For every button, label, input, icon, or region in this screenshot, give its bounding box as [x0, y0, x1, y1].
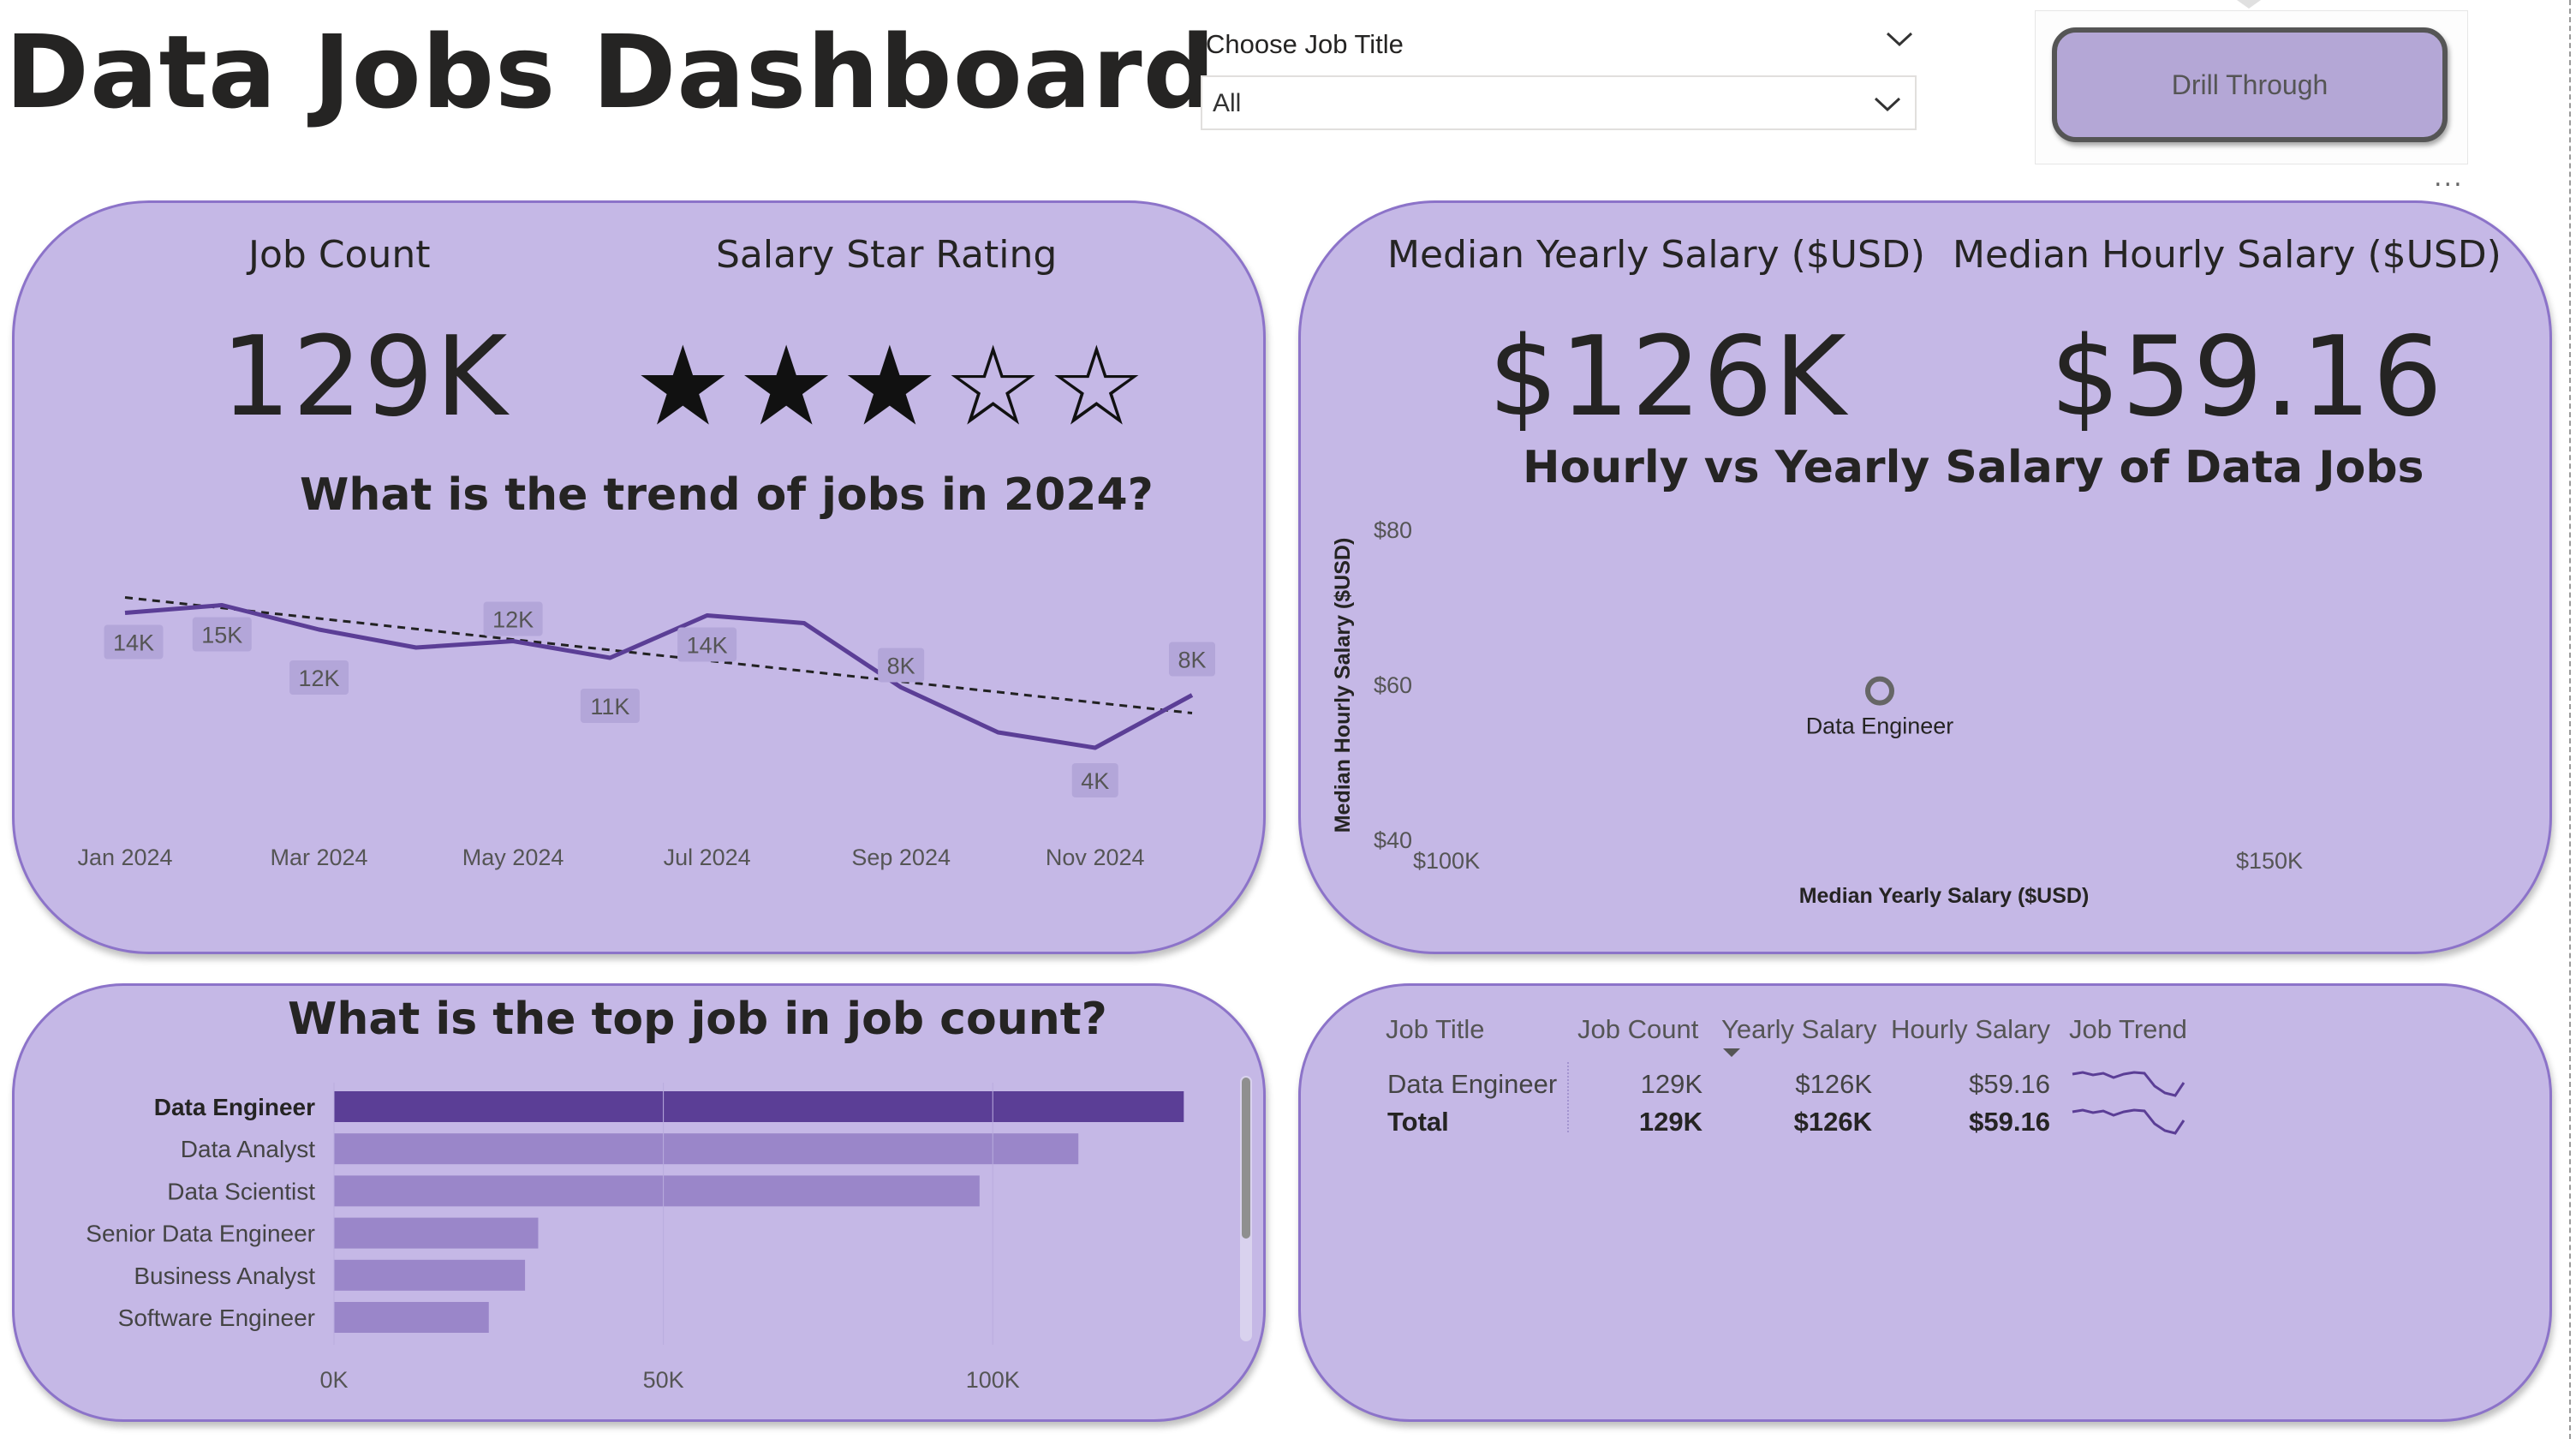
job-title-slicer[interactable]: All: [1201, 75, 1917, 130]
star-rating-label: Salary Star Rating: [716, 233, 1058, 277]
panel-job-table: [1298, 983, 2552, 1422]
star-filled-icon: ★: [840, 323, 939, 451]
data-label: 14K: [687, 633, 728, 659]
y-axis-title: Median Hourly Salary ($USD): [1331, 538, 1355, 833]
total-trend-sparkline: [2072, 1108, 2185, 1135]
col-header-job-count[interactable]: Job Count: [1577, 1014, 1698, 1045]
star-filled-icon: ★: [634, 323, 732, 451]
scatter-chart-title: Hourly vs Yearly Salary of Data Jobs: [1523, 442, 2424, 493]
bar[interactable]: [334, 1091, 1184, 1122]
table-row-yearly: $126K: [1795, 1069, 1872, 1099]
drill-through-button[interactable]: Drill Through: [2052, 27, 2448, 142]
slicer-label: Choose Job Title: [1206, 29, 1404, 59]
table-total-count: 129K: [1638, 1107, 1702, 1137]
y-tick-label: $40: [1374, 827, 1412, 853]
column-divider: [1567, 1062, 1571, 1132]
bar[interactable]: [334, 1302, 489, 1333]
x-tick-label: Jul 2024: [664, 845, 751, 870]
x-tick-label: $150K: [2236, 848, 2303, 874]
data-label: 8K: [1178, 648, 1206, 673]
table-total-title: Total: [1387, 1107, 1449, 1137]
median-hourly-value: $59.16: [2050, 313, 2444, 441]
category-label: Data Engineer: [154, 1094, 315, 1120]
category-label: Business Analyst: [134, 1263, 315, 1289]
x-tick-label: Nov 2024: [1046, 845, 1145, 870]
trend-chart-title: What is the trend of jobs in 2024?: [300, 469, 1154, 521]
category-label: Software Engineer: [118, 1305, 315, 1331]
x-tick-label: Mar 2024: [271, 845, 368, 870]
data-label: 12K: [492, 607, 534, 633]
table-row-count: 129K: [1640, 1069, 1702, 1099]
bar[interactable]: [334, 1217, 539, 1249]
median-yearly-value: $126K: [1488, 313, 1848, 441]
point-label: Data Engineer: [1806, 714, 1954, 739]
slicer-selected-value: All: [1213, 89, 1242, 117]
x-tick-label: Jan 2024: [77, 845, 172, 870]
star-rating: ★ ★ ★ ☆ ☆: [634, 332, 1146, 442]
job-trend-sparkline: [2072, 1071, 2185, 1097]
bar[interactable]: [334, 1133, 1079, 1165]
x-tick-label: May 2024: [462, 845, 564, 870]
bar[interactable]: [334, 1175, 980, 1207]
tooltip-caret-icon: [2237, 0, 2261, 9]
chevron-down-icon[interactable]: [1884, 26, 1915, 51]
col-header-hourly-salary[interactable]: Hourly Salary: [1891, 1014, 2050, 1045]
scatter-point[interactable]: [1865, 676, 1894, 706]
scrollbar-thumb[interactable]: [1242, 1078, 1250, 1239]
data-label: 8K: [887, 654, 915, 679]
data-label: 11K: [590, 694, 629, 720]
x-tick-label: 100K: [966, 1367, 1020, 1393]
x-tick-label: 0K: [319, 1367, 348, 1393]
star-empty-icon: ☆: [1047, 323, 1146, 451]
star-empty-icon: ☆: [944, 323, 1042, 451]
sort-descending-icon: [1723, 1048, 1740, 1057]
data-label: 14K: [113, 630, 154, 656]
chevron-down-icon: [1874, 97, 1901, 112]
data-label: 12K: [299, 666, 340, 691]
table-row-title: Data Engineer: [1387, 1069, 1558, 1099]
table-row-hourly: $59.16: [1969, 1069, 2050, 1099]
col-header-job-trend[interactable]: Job Trend: [2069, 1014, 2187, 1045]
bar[interactable]: [334, 1259, 526, 1291]
median-hourly-label: Median Hourly Salary ($USD): [1953, 233, 2501, 277]
median-yearly-label: Median Yearly Salary ($USD): [1387, 233, 1925, 277]
col-header-job-title[interactable]: Job Title: [1386, 1014, 1484, 1045]
category-label: Data Scientist: [167, 1178, 315, 1204]
salary-scatter-chart[interactable]: $40 $60 $80 $100K $150K Median Yearly Salary …: [1319, 505, 2398, 917]
bar-chart-title: What is the top job in job count?: [288, 994, 1107, 1045]
job-count-value: 129K: [221, 313, 510, 441]
category-label: Senior Data Engineer: [86, 1221, 315, 1247]
x-tick-label: $100K: [1413, 848, 1480, 874]
category-label: Data Analyst: [181, 1136, 315, 1162]
trend-line: [124, 596, 1193, 714]
x-tick-label: Sep 2024: [851, 845, 951, 870]
y-tick-label: $60: [1374, 672, 1412, 698]
table-total-hourly: $59.16: [1969, 1107, 2050, 1137]
job-count-label: Job Count: [248, 233, 431, 277]
star-filled-icon: ★: [736, 323, 836, 451]
more-options-icon[interactable]: ...: [2434, 163, 2464, 193]
page-boundary: [2569, 0, 2573, 1439]
data-label: 15K: [201, 623, 242, 648]
y-tick-label: $80: [1374, 517, 1412, 543]
table-total-yearly: $126K: [1793, 1107, 1872, 1137]
jobs-trend-line-chart[interactable]: 14K 15K 12K 12K 11K 14K 8K 4K 8K Jan 2024 Mar 202…: [51, 531, 1233, 882]
top-jobs-bar-chart[interactable]: Data Engineer Data Analyst Data Scientist S…: [34, 1071, 1250, 1405]
page-title: Data Jobs Dashboard: [5, 13, 1217, 131]
data-label: 4K: [1081, 768, 1109, 794]
col-header-yearly-salary[interactable]: Yearly Salary: [1721, 1014, 1877, 1045]
x-axis-title: Median Yearly Salary ($USD): [1799, 884, 2090, 908]
jobs-series-line[interactable]: [124, 603, 1194, 750]
x-tick-label: 50K: [643, 1367, 684, 1393]
